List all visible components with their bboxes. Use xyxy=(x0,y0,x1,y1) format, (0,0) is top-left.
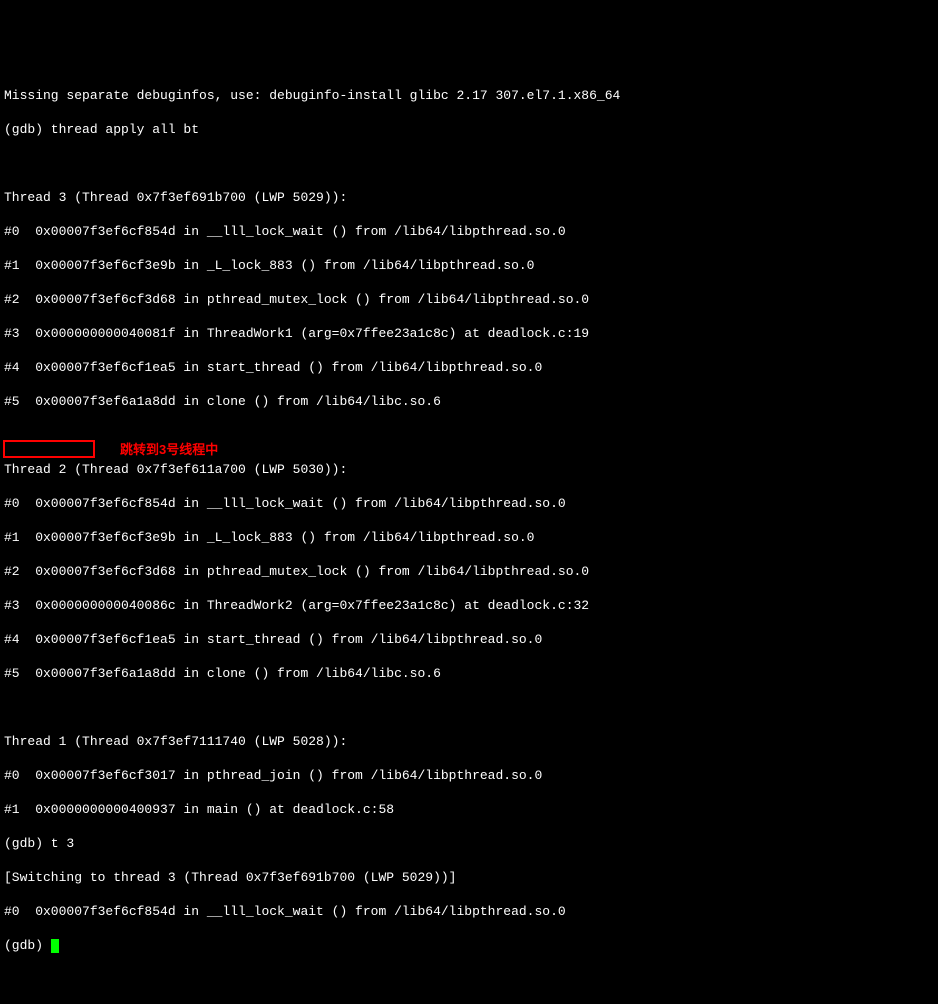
thread2-frame: #5 0x00007f3ef6a1a8dd in clone () from /… xyxy=(4,665,934,682)
thread1-frame: #0 0x00007f3ef6cf3017 in pthread_join ()… xyxy=(4,767,934,784)
thread3-frame: #2 0x00007f3ef6cf3d68 in pthread_mutex_l… xyxy=(4,291,934,308)
thread3-header: Thread 3 (Thread 0x7f3ef691b700 (LWP 502… xyxy=(4,189,934,206)
thread2-frame: #0 0x00007f3ef6cf854d in __lll_lock_wait… xyxy=(4,495,934,512)
partial-prev-line: Missing separate debuginfos, use: debugi… xyxy=(4,87,934,104)
thread1-frame: #1 0x0000000000400937 in main () at dead… xyxy=(4,801,934,818)
annotation-text: 跳转到3号线程中 xyxy=(120,441,218,458)
thread3-frame: #0 0x00007f3ef6cf854d in __lll_lock_wait… xyxy=(4,223,934,240)
thread2-frame: #1 0x00007f3ef6cf3e9b in _L_lock_883 () … xyxy=(4,529,934,546)
cursor-icon xyxy=(51,939,59,953)
current-frame: #0 0x00007f3ef6cf854d in __lll_lock_wait… xyxy=(4,903,934,920)
blank-line xyxy=(4,155,934,172)
thread2-frame: #2 0x00007f3ef6cf3d68 in pthread_mutex_l… xyxy=(4,563,934,580)
thread2-frame: #4 0x00007f3ef6cf1ea5 in start_thread ()… xyxy=(4,631,934,648)
gdb-prompt-current[interactable]: (gdb) xyxy=(4,937,934,954)
thread2-frame: #3 0x000000000040086c in ThreadWork2 (ar… xyxy=(4,597,934,614)
thread2-header: Thread 2 (Thread 0x7f3ef611a700 (LWP 503… xyxy=(4,461,934,478)
thread3-frame: #3 0x000000000040081f in ThreadWork1 (ar… xyxy=(4,325,934,342)
blank-line xyxy=(4,699,934,716)
prompt-text: (gdb) xyxy=(4,938,51,953)
thread3-frame: #5 0x00007f3ef6a1a8dd in clone () from /… xyxy=(4,393,934,410)
terminal-output[interactable]: Missing separate debuginfos, use: debugi… xyxy=(4,70,934,971)
gdb-prompt-cmd2: (gdb) t 3 xyxy=(4,835,934,852)
thread3-frame: #1 0x00007f3ef6cf3e9b in _L_lock_883 () … xyxy=(4,257,934,274)
gdb-prompt-cmd1: (gdb) thread apply all bt xyxy=(4,121,934,138)
switch-thread-msg: [Switching to thread 3 (Thread 0x7f3ef69… xyxy=(4,869,934,886)
thread1-header: Thread 1 (Thread 0x7f3ef7111740 (LWP 502… xyxy=(4,733,934,750)
thread3-frame: #4 0x00007f3ef6cf1ea5 in start_thread ()… xyxy=(4,359,934,376)
